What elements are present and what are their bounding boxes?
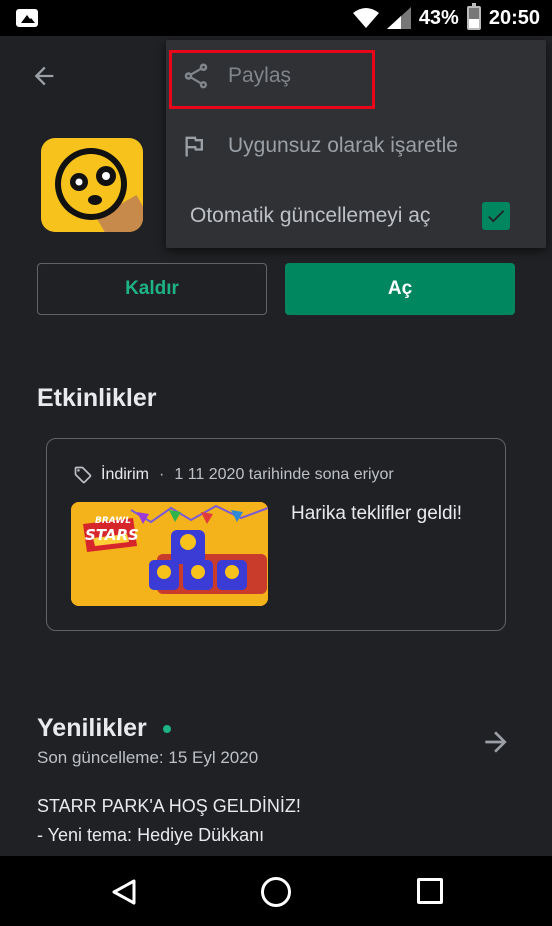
promo-logo-bottom: STARS (85, 526, 139, 544)
auto-update-checkbox[interactable] (482, 202, 510, 230)
menu-item-label: Otomatik güncellemeyi aç (190, 204, 431, 227)
overflow-menu: Paylaş Uygunsuz olarak işaretle Otomatik… (166, 40, 546, 248)
image-notification-icon (16, 9, 38, 27)
navigation-bar (0, 856, 552, 926)
release-note-line: STARR PARK'A HOŞ GELDİNİZ! (37, 796, 301, 816)
event-tag: İndirim (101, 466, 150, 483)
menu-item-label: Paylaş (228, 64, 292, 87)
flag-icon (180, 130, 212, 162)
arrow-back-icon (34, 66, 54, 86)
battery-icon (466, 3, 481, 30)
nav-recents-icon[interactable] (417, 878, 443, 904)
last-updated: Son güncelleme: 15 Eyl 2020 (37, 748, 259, 767)
event-header: İndirim · 1 11 2020 tarihinde sona eriyo… (73, 465, 394, 485)
brawl-skull-logo (55, 148, 127, 220)
events-title: Etkinlikler (37, 384, 157, 412)
menu-item-auto-update[interactable]: Otomatik güncellemeyi aç (166, 182, 546, 250)
whats-new-title: Yenilikler (37, 714, 147, 742)
battery-percent: 43% (418, 6, 459, 29)
release-note-line: - Yeni tema: Hediye Dükkanı (37, 825, 265, 845)
status-bar: 43% 20:50 (0, 0, 552, 36)
app-icon (41, 138, 143, 232)
promo-image: BRAWL STARS (71, 502, 268, 606)
status-right: 43% 20:50 (352, 0, 540, 36)
event-end-date: 1 11 2020 tarihinde sona eriyor (174, 466, 394, 483)
promo-text: Harika teklifler geldi! (291, 503, 463, 524)
clock: 20:50 (488, 6, 540, 29)
battery-fill (468, 19, 479, 28)
back-button[interactable] (26, 58, 62, 94)
nav-back-icon[interactable] (110, 878, 138, 906)
whats-new-arrow-button[interactable] (480, 726, 512, 758)
event-card[interactable]: İndirim · 1 11 2020 tarihinde sona eriyo… (46, 438, 506, 631)
new-indicator-dot (162, 724, 171, 733)
nav-home-icon[interactable] (261, 877, 291, 907)
separator-dot: · (159, 466, 165, 483)
arrow-forward-icon (485, 731, 507, 753)
menu-item-share[interactable]: Paylaş (166, 42, 546, 110)
share-icon (180, 60, 212, 92)
check-icon (488, 210, 505, 223)
signal-icon (386, 7, 411, 29)
wifi-icon (352, 8, 379, 28)
menu-item-flag[interactable]: Uygunsuz olarak işaretle (166, 112, 546, 180)
whats-new-header[interactable]: Yenilikler (37, 714, 171, 743)
uninstall-button[interactable]: Kaldır (37, 263, 267, 315)
menu-item-label: Uygunsuz olarak işaretle (228, 134, 458, 157)
tag-icon (74, 466, 92, 484)
promo-logo-top: BRAWL (95, 516, 131, 526)
open-button[interactable]: Aç (285, 263, 515, 315)
